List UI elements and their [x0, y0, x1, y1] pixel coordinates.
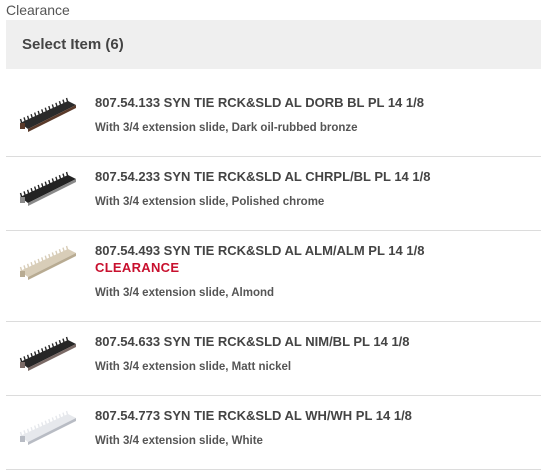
item-info: 807.54.773 SYN TIE RCK&SLD AL WH/WH PL 1…: [95, 408, 535, 448]
select-item-header: Select Item (6): [6, 20, 541, 69]
list-item[interactable]: 807.54.773 SYN TIE RCK&SLD AL WH/WH PL 1…: [6, 396, 541, 470]
item-info: 807.54.233 SYN TIE RCK&SLD AL CHRPL/BL P…: [95, 169, 535, 209]
list-item[interactable]: 807.54.493 SYN TIE RCK&SLD AL ALM/ALM PL…: [6, 231, 541, 322]
header-title: Select Item (6): [22, 36, 124, 53]
item-info: 807.54.493 SYN TIE RCK&SLD AL ALM/ALM PL…: [95, 243, 535, 300]
item-description: With 3/4 extension slide, Almond: [95, 287, 275, 299]
item-info: 807.54.633 SYN TIE RCK&SLD AL NIM/BL PL …: [95, 334, 535, 374]
breadcrumb[interactable]: Clearance: [6, 2, 70, 18]
tie-rack-thumbnail: [19, 171, 76, 206]
list-item[interactable]: 807.54.233 SYN TIE RCK&SLD AL CHRPL/BL P…: [6, 157, 541, 231]
item-description: With 3/4 extension slide, White: [95, 435, 263, 447]
item-description: With 3/4 extension slide, Matt nickel: [95, 361, 292, 373]
item-title[interactable]: 807.54.773 SYN TIE RCK&SLD AL WH/WH PL 1…: [95, 408, 535, 424]
item-description: With 3/4 extension slide, Polished chrom…: [95, 196, 325, 208]
item-title[interactable]: 807.54.133 SYN TIE RCK&SLD AL DORB BL PL…: [95, 95, 535, 111]
tie-rack-thumbnail: [19, 410, 76, 445]
clearance-badge: CLEARANCE: [95, 260, 180, 275]
tie-rack-thumbnail: [19, 245, 76, 280]
tie-rack-thumbnail: [19, 336, 76, 371]
item-title[interactable]: 807.54.493 SYN TIE RCK&SLD AL ALM/ALM PL…: [95, 243, 535, 259]
item-title[interactable]: 807.54.233 SYN TIE RCK&SLD AL CHRPL/BL P…: [95, 169, 535, 185]
item-list: 807.54.133 SYN TIE RCK&SLD AL DORB BL PL…: [6, 83, 541, 470]
list-item[interactable]: 807.54.133 SYN TIE RCK&SLD AL DORB BL PL…: [6, 83, 541, 157]
item-title[interactable]: 807.54.633 SYN TIE RCK&SLD AL NIM/BL PL …: [95, 334, 535, 350]
list-item[interactable]: 807.54.633 SYN TIE RCK&SLD AL NIM/BL PL …: [6, 322, 541, 396]
item-info: 807.54.133 SYN TIE RCK&SLD AL DORB BL PL…: [95, 95, 535, 135]
tie-rack-thumbnail: [19, 97, 76, 132]
item-description: With 3/4 extension slide, Dark oil-rubbe…: [95, 122, 358, 134]
